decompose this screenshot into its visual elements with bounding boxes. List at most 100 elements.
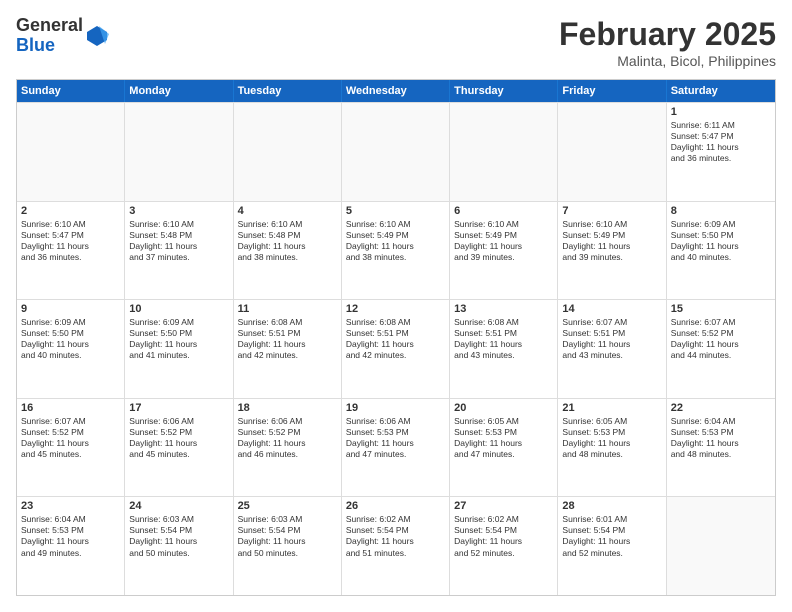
day-info: Sunrise: 6:09 AM Sunset: 5:50 PM Dayligh… xyxy=(671,219,771,263)
cell-w0-d5 xyxy=(558,103,666,201)
cell-w0-d3 xyxy=(342,103,450,201)
day-number: 9 xyxy=(21,303,120,315)
cell-w1-d5: 7Sunrise: 6:10 AM Sunset: 5:49 PM Daylig… xyxy=(558,202,666,300)
day-number: 18 xyxy=(238,402,337,414)
day-info: Sunrise: 6:02 AM Sunset: 5:54 PM Dayligh… xyxy=(346,514,445,558)
day-info: Sunrise: 6:10 AM Sunset: 5:48 PM Dayligh… xyxy=(238,219,337,263)
cell-w2-d1: 10 Sunrise: 6:09 AM Sunset: 5:50 PM Dayli… xyxy=(125,300,233,398)
cell-w4-d5: 28 Sunrise: 6:01 AM Sunset: 5:54 PM Dayli… xyxy=(558,497,666,595)
day-info: Sunrise: 6:11 AM Sunset: 5:47 PM Dayligh… xyxy=(671,120,771,164)
week-row-4: 23 Sunrise: 6:04 AM Sunset: 5:53 PM Dayli… xyxy=(17,496,775,595)
day-info: Sunrise: 6:05 AM Sunset: 5:53 PM Dayligh… xyxy=(562,416,661,460)
cell-w2-d6: 15 Sunrise: 6:07 AM Sunset: 5:52 PM Dayli… xyxy=(667,300,775,398)
cell-w1-d1: 3 Sunrise: 6:10 AM Sunset: 5:48 PM Daylig… xyxy=(125,202,233,300)
cell-w0-d2 xyxy=(234,103,342,201)
day-number: 13 xyxy=(454,303,553,315)
day-number: 27 xyxy=(454,500,553,512)
cell-w2-d0: 9Sunrise: 6:09 AM Sunset: 5:50 PM Daylig… xyxy=(17,300,125,398)
day-number: 6 xyxy=(454,205,553,217)
day-number: 7 xyxy=(562,205,661,217)
day-number: 15 xyxy=(671,303,771,315)
cell-w2-d5: 14 Sunrise: 6:07 AM Sunset: 5:51 PM Dayli… xyxy=(558,300,666,398)
cell-w2-d3: 12 Sunrise: 6:08 AM Sunset: 5:51 PM Dayli… xyxy=(342,300,450,398)
day-info: Sunrise: 6:06 AM Sunset: 5:52 PM Dayligh… xyxy=(129,416,228,460)
week-row-1: 2Sunrise: 6:10 AM Sunset: 5:47 PM Daylig… xyxy=(17,201,775,300)
cell-w4-d2: 25 Sunrise: 6:03 AM Sunset: 5:54 PM Dayli… xyxy=(234,497,342,595)
day-number: 5 xyxy=(346,205,445,217)
day-info: Sunrise: 6:06 AM Sunset: 5:53 PM Dayligh… xyxy=(346,416,445,460)
day-info: Sunrise: 6:07 AM Sunset: 5:52 PM Dayligh… xyxy=(671,317,771,361)
day-number: 25 xyxy=(238,500,337,512)
day-number: 20 xyxy=(454,402,553,414)
cell-w1-d2: 4 Sunrise: 6:10 AM Sunset: 5:48 PM Daylig… xyxy=(234,202,342,300)
day-number: 12 xyxy=(346,303,445,315)
day-number: 21 xyxy=(562,402,661,414)
day-number: 11 xyxy=(238,303,337,315)
day-info: Sunrise: 6:10 AM Sunset: 5:48 PM Dayligh… xyxy=(129,219,228,263)
day-info: Sunrise: 6:08 AM Sunset: 5:51 PM Dayligh… xyxy=(238,317,337,361)
day-number: 16 xyxy=(21,402,120,414)
cell-w3-d4: 20 Sunrise: 6:05 AM Sunset: 5:53 PM Dayli… xyxy=(450,399,558,497)
cell-w0-d6: 1 Sunrise: 6:11 AM Sunset: 5:47 PM Daylig… xyxy=(667,103,775,201)
day-number: 2 xyxy=(21,205,120,217)
logo: General Blue xyxy=(16,16,109,56)
calendar-header: Sunday Monday Tuesday Wednesday Thursday… xyxy=(17,80,775,102)
day-number: 8 xyxy=(671,205,771,217)
cell-w1-d0: 2Sunrise: 6:10 AM Sunset: 5:47 PM Daylig… xyxy=(17,202,125,300)
cell-w0-d4 xyxy=(450,103,558,201)
cell-w1-d4: 6 Sunrise: 6:10 AM Sunset: 5:49 PM Daylig… xyxy=(450,202,558,300)
cell-w0-d0 xyxy=(17,103,125,201)
cell-w3-d5: 21 Sunrise: 6:05 AM Sunset: 5:53 PM Dayli… xyxy=(558,399,666,497)
day-number: 23 xyxy=(21,500,120,512)
day-info: Sunrise: 6:09 AM Sunset: 5:50 PM Dayligh… xyxy=(129,317,228,361)
logo-general: General xyxy=(16,15,83,35)
cell-w3-d3: 19Sunrise: 6:06 AM Sunset: 5:53 PM Dayli… xyxy=(342,399,450,497)
logo-blue: Blue xyxy=(16,35,55,55)
day-number: 26 xyxy=(346,500,445,512)
day-number: 14 xyxy=(562,303,661,315)
cell-w3-d1: 17 Sunrise: 6:06 AM Sunset: 5:52 PM Dayli… xyxy=(125,399,233,497)
cell-w3-d6: 22 Sunrise: 6:04 AM Sunset: 5:53 PM Dayli… xyxy=(667,399,775,497)
day-number: 4 xyxy=(238,205,337,217)
day-info: Sunrise: 6:06 AM Sunset: 5:52 PM Dayligh… xyxy=(238,416,337,460)
header-wednesday: Wednesday xyxy=(342,80,450,102)
location: Malinta, Bicol, Philippines xyxy=(559,53,776,69)
day-number: 3 xyxy=(129,205,228,217)
day-number: 22 xyxy=(671,402,771,414)
cell-w1-d6: 8 Sunrise: 6:09 AM Sunset: 5:50 PM Daylig… xyxy=(667,202,775,300)
day-info: Sunrise: 6:10 AM Sunset: 5:49 PM Dayligh… xyxy=(346,219,445,263)
day-info: Sunrise: 6:03 AM Sunset: 5:54 PM Dayligh… xyxy=(238,514,337,558)
header-friday: Friday xyxy=(558,80,666,102)
cell-w3-d2: 18 Sunrise: 6:06 AM Sunset: 5:52 PM Dayli… xyxy=(234,399,342,497)
day-info: Sunrise: 6:07 AM Sunset: 5:52 PM Dayligh… xyxy=(21,416,120,460)
day-info: Sunrise: 6:07 AM Sunset: 5:51 PM Dayligh… xyxy=(562,317,661,361)
day-info: Sunrise: 6:08 AM Sunset: 5:51 PM Dayligh… xyxy=(454,317,553,361)
day-info: Sunrise: 6:04 AM Sunset: 5:53 PM Dayligh… xyxy=(21,514,120,558)
cell-w4-d1: 24Sunrise: 6:03 AM Sunset: 5:54 PM Dayli… xyxy=(125,497,233,595)
cell-w4-d0: 23 Sunrise: 6:04 AM Sunset: 5:53 PM Dayli… xyxy=(17,497,125,595)
cell-w2-d2: 11 Sunrise: 6:08 AM Sunset: 5:51 PM Dayli… xyxy=(234,300,342,398)
day-number: 28 xyxy=(562,500,661,512)
header: General Blue February 2025 Malinta, Bico… xyxy=(16,16,776,69)
logo-text: General Blue xyxy=(16,16,83,56)
day-info: Sunrise: 6:04 AM Sunset: 5:53 PM Dayligh… xyxy=(671,416,771,460)
week-row-0: 1 Sunrise: 6:11 AM Sunset: 5:47 PM Daylig… xyxy=(17,102,775,201)
cell-w3-d0: 16 Sunrise: 6:07 AM Sunset: 5:52 PM Dayli… xyxy=(17,399,125,497)
day-info: Sunrise: 6:08 AM Sunset: 5:51 PM Dayligh… xyxy=(346,317,445,361)
day-info: Sunrise: 6:01 AM Sunset: 5:54 PM Dayligh… xyxy=(562,514,661,558)
week-row-2: 9 Sunrise: 6:09 AM Sunset: 5:50 PM Daylig… xyxy=(17,299,775,398)
day-info: Sunrise: 6:05 AM Sunset: 5:53 PM Dayligh… xyxy=(454,416,553,460)
cell-w4-d6 xyxy=(667,497,775,595)
cell-w4-d3: 26 Sunrise: 6:02 AM Sunset: 5:54 PM Dayli… xyxy=(342,497,450,595)
day-number: 17 xyxy=(129,402,228,414)
cell-w0-d1 xyxy=(125,103,233,201)
month-title: February 2025 xyxy=(559,16,776,53)
day-number: 10 xyxy=(129,303,228,315)
cell-w4-d4: 27 Sunrise: 6:02 AM Sunset: 5:54 PM Dayli… xyxy=(450,497,558,595)
cell-w2-d4: 13 Sunrise: 6:08 AM Sunset: 5:51 PM Dayli… xyxy=(450,300,558,398)
title-area: February 2025 Malinta, Bicol, Philippine… xyxy=(559,16,776,69)
day-info: Sunrise: 6:02 AM Sunset: 5:54 PM Dayligh… xyxy=(454,514,553,558)
day-info: Sunrise: 6:10 AM Sunset: 5:49 PM Dayligh… xyxy=(454,219,553,263)
day-number: 1 xyxy=(671,106,771,118)
calendar-body: 1 Sunrise: 6:11 AM Sunset: 5:47 PM Daylig… xyxy=(17,102,775,595)
